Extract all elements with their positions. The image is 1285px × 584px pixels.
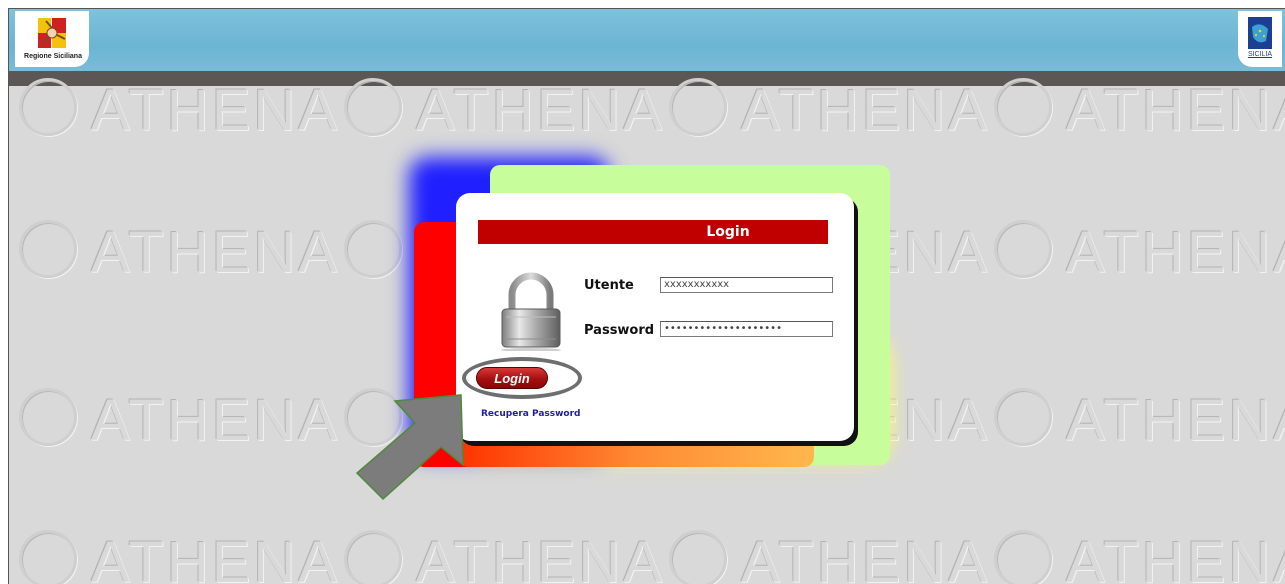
watermark: ATHENA bbox=[19, 529, 340, 584]
watermark: ATHENA bbox=[994, 219, 1285, 286]
watermark: ATHENA bbox=[669, 77, 990, 144]
password-label: Password bbox=[584, 323, 655, 338]
athena-swirl-icon bbox=[994, 220, 1052, 278]
padlock-icon bbox=[501, 272, 561, 351]
username-input[interactable] bbox=[660, 277, 833, 293]
login-title-bar: Login bbox=[478, 220, 828, 244]
left-logo-caption: Regione Siciliana bbox=[24, 53, 82, 60]
login-card: Login Utente Password Login Recupera bbox=[456, 193, 854, 441]
athena-swirl-icon bbox=[994, 530, 1052, 584]
login-button[interactable]: Login bbox=[476, 367, 548, 389]
password-input[interactable] bbox=[660, 321, 833, 337]
pointer-arrow-icon bbox=[355, 394, 464, 501]
sicilia-eu-logo[interactable]: SICILIA bbox=[1238, 11, 1282, 67]
watermark: ATHENA bbox=[994, 77, 1285, 144]
regione-siciliana-logo[interactable]: Regione Siciliana bbox=[15, 11, 89, 67]
athena-swirl-icon bbox=[669, 78, 727, 136]
recover-password-link[interactable]: Recupera Password bbox=[481, 409, 581, 419]
watermark: ATHENA bbox=[994, 387, 1285, 454]
athena-swirl-icon bbox=[994, 388, 1052, 446]
watermark: ATHENA bbox=[19, 219, 340, 286]
app-frame: Regione Siciliana SICILIA ATHENA ATHENA … bbox=[8, 8, 1285, 584]
athena-swirl-icon bbox=[19, 388, 77, 446]
watermark: ATHENA bbox=[344, 77, 665, 144]
header-banner: Regione Siciliana SICILIA bbox=[9, 9, 1285, 71]
athena-swirl-icon bbox=[19, 78, 77, 136]
watermark: ATHENA bbox=[994, 529, 1285, 584]
watermark: ATHENA bbox=[669, 529, 990, 584]
athena-swirl-icon bbox=[344, 220, 402, 278]
athena-swirl-icon bbox=[19, 220, 77, 278]
athena-swirl-icon bbox=[19, 530, 77, 584]
username-label: Utente bbox=[584, 278, 634, 293]
athena-swirl-icon bbox=[994, 78, 1052, 136]
trinacria-crest-icon bbox=[38, 18, 66, 48]
login-title: Login bbox=[706, 224, 750, 240]
athena-swirl-icon bbox=[344, 78, 402, 136]
watermark: ATHENA bbox=[19, 77, 340, 144]
eu-flag-icon bbox=[1248, 17, 1272, 49]
athena-swirl-icon bbox=[344, 530, 402, 584]
right-logo-caption: SICILIA bbox=[1247, 51, 1273, 58]
athena-swirl-icon bbox=[669, 530, 727, 584]
watermark: ATHENA bbox=[344, 529, 665, 584]
watermark: ATHENA bbox=[19, 387, 340, 454]
